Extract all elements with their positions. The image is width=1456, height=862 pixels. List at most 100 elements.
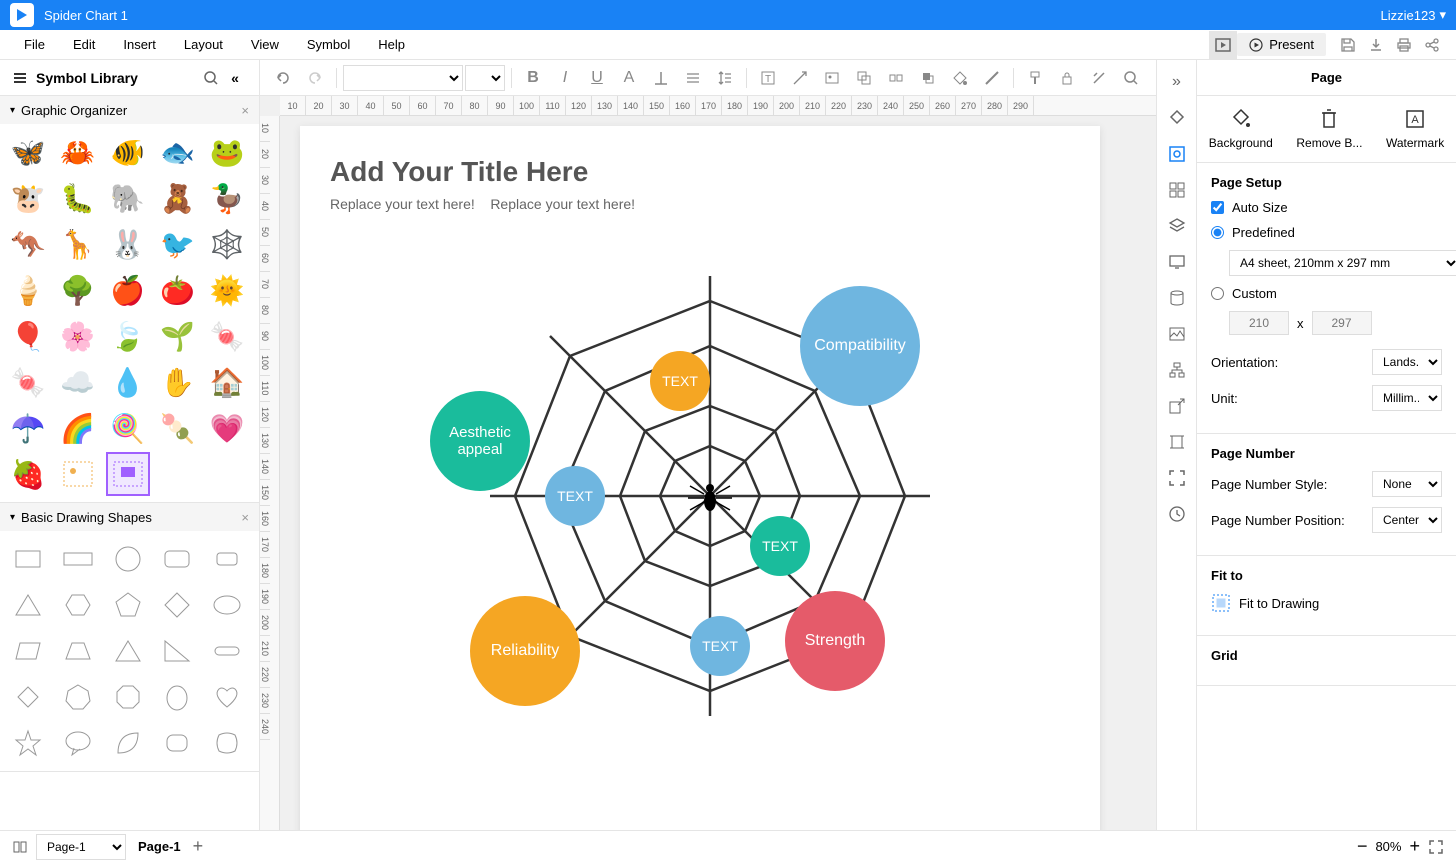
- clipart-hand[interactable]: ✋: [155, 360, 199, 404]
- search-canvas-button[interactable]: [1116, 63, 1146, 93]
- font-family-select[interactable]: [343, 65, 463, 91]
- clipart-frog[interactable]: 🐸: [205, 130, 249, 174]
- clipart-crab[interactable]: 🦀: [56, 130, 100, 174]
- clipart-placeholder-selected[interactable]: [106, 452, 150, 496]
- chart-subtitle[interactable]: Replace your text here! Replace your tex…: [330, 196, 635, 212]
- collapse-sidebar-icon[interactable]: «: [223, 66, 247, 90]
- bubble-strength[interactable]: Strength: [785, 591, 885, 691]
- image-button[interactable]: [817, 63, 847, 93]
- unit-select[interactable]: Millim...: [1372, 385, 1442, 411]
- background-tool[interactable]: Background: [1209, 108, 1273, 150]
- menu-edit[interactable]: Edit: [59, 37, 109, 52]
- share-button[interactable]: [1418, 31, 1446, 59]
- clipart-leaf[interactable]: 🍃: [106, 314, 150, 358]
- clipart-candy2[interactable]: 🍬: [6, 360, 50, 404]
- clipart-apple[interactable]: 🍎: [106, 268, 150, 312]
- clipart-cloud[interactable]: ☁️: [56, 360, 100, 404]
- shape-speech[interactable]: [56, 721, 100, 765]
- clipart-kangaroo[interactable]: 🦘: [6, 222, 50, 266]
- shape-round-square[interactable]: [155, 721, 199, 765]
- library-header-graphic-organizer[interactable]: ▾ Graphic Organizer ×: [0, 96, 259, 124]
- user-menu[interactable]: Lizzie123 ▾: [1381, 7, 1446, 23]
- clipart-heart[interactable]: 💗: [205, 406, 249, 450]
- fill-button[interactable]: [945, 63, 975, 93]
- save-button[interactable]: [1334, 31, 1362, 59]
- clipart-duck[interactable]: 🦆: [205, 176, 249, 220]
- menu-layout[interactable]: Layout: [170, 37, 237, 52]
- connector-button[interactable]: [785, 63, 815, 93]
- grid-icon[interactable]: [1163, 176, 1191, 204]
- fit-screen-button[interactable]: [1428, 839, 1444, 855]
- align-icon[interactable]: [1163, 428, 1191, 456]
- page-tab[interactable]: Page-1: [126, 835, 193, 858]
- custom-radio[interactable]: [1211, 287, 1224, 300]
- zoom-in-button[interactable]: +: [1409, 836, 1420, 857]
- bubble-text1[interactable]: TEXT: [650, 351, 710, 411]
- bold-button[interactable]: B: [518, 63, 548, 93]
- shape-pentagon[interactable]: [106, 583, 150, 627]
- line-spacing-button[interactable]: [710, 63, 740, 93]
- bubble-text2[interactable]: TEXT: [545, 466, 605, 526]
- clipart-fish[interactable]: 🐟: [155, 130, 199, 174]
- shape-diamond[interactable]: [155, 583, 199, 627]
- clipart-web[interactable]: 🕸️: [205, 222, 249, 266]
- download-button[interactable]: [1362, 31, 1390, 59]
- display-icon[interactable]: [1163, 248, 1191, 276]
- search-icon[interactable]: [199, 66, 223, 90]
- menu-symbol[interactable]: Symbol: [293, 37, 364, 52]
- page-list-icon[interactable]: [12, 839, 28, 855]
- bubble-aesthetic[interactable]: Aesthetic appeal: [430, 391, 530, 491]
- italic-button[interactable]: I: [550, 63, 580, 93]
- page-number-position-select[interactable]: Center: [1372, 507, 1442, 533]
- clipart-bird[interactable]: 🐦: [155, 222, 199, 266]
- align-horizontal-button[interactable]: [678, 63, 708, 93]
- export-icon[interactable]: [1163, 392, 1191, 420]
- expand-icon[interactable]: »: [1163, 68, 1191, 96]
- history-icon[interactable]: [1163, 500, 1191, 528]
- shape-parallelogram[interactable]: [6, 629, 50, 673]
- watermark-tool[interactable]: A Watermark: [1386, 108, 1444, 150]
- close-icon[interactable]: ×: [241, 510, 249, 525]
- clipart-bear[interactable]: 🧸: [155, 176, 199, 220]
- clipart-popsicle[interactable]: 🍡: [155, 406, 199, 450]
- font-color-button[interactable]: A: [614, 63, 644, 93]
- lock-button[interactable]: [1052, 63, 1082, 93]
- font-size-select[interactable]: [465, 65, 505, 91]
- fullscreen-icon[interactable]: [1163, 464, 1191, 492]
- theme-icon[interactable]: [1163, 104, 1191, 132]
- clipart-candy[interactable]: 🍬: [205, 314, 249, 358]
- print-button[interactable]: [1390, 31, 1418, 59]
- clipart-sun[interactable]: 🌞: [205, 268, 249, 312]
- layers-icon[interactable]: [1163, 212, 1191, 240]
- canvas-viewport[interactable]: 1020304050607080901001101201301401501601…: [260, 96, 1156, 830]
- tools-button[interactable]: [1084, 63, 1114, 93]
- shape-rounded-rect-small[interactable]: [205, 537, 249, 581]
- canvas-page[interactable]: Add Your Title Here Replace your text he…: [300, 126, 1100, 830]
- database-icon[interactable]: [1163, 284, 1191, 312]
- clipart-strawberry[interactable]: 🍓: [6, 452, 50, 496]
- preview-toggle-button[interactable]: [1209, 31, 1237, 59]
- clipart-elephant[interactable]: 🐘: [106, 176, 150, 220]
- clipart-caterpillar[interactable]: 🐛: [56, 176, 100, 220]
- menu-help[interactable]: Help: [364, 37, 419, 52]
- shape-pill[interactable]: [205, 629, 249, 673]
- close-icon[interactable]: ×: [241, 103, 249, 118]
- shape-hexagon[interactable]: [56, 583, 100, 627]
- clipart-placeholder1[interactable]: [56, 452, 100, 496]
- menu-view[interactable]: View: [237, 37, 293, 52]
- menu-file[interactable]: File: [10, 37, 59, 52]
- shape-circle[interactable]: [106, 537, 150, 581]
- shape-rounded-rect[interactable]: [155, 537, 199, 581]
- clipart-clownfish[interactable]: 🐠: [106, 130, 150, 174]
- page-number-style-select[interactable]: None: [1372, 471, 1442, 497]
- clipart-house[interactable]: 🏠: [205, 360, 249, 404]
- bubble-text3[interactable]: TEXT: [750, 516, 810, 576]
- text-tool-button[interactable]: T: [753, 63, 783, 93]
- shape-triangle[interactable]: [6, 583, 50, 627]
- shape-right-triangle[interactable]: [106, 629, 150, 673]
- fit-to-drawing-button[interactable]: Fit to Drawing: [1211, 593, 1442, 613]
- ungroup-button[interactable]: [881, 63, 911, 93]
- clipart-drop[interactable]: 💧: [106, 360, 150, 404]
- clipart-rainbow[interactable]: 🌈: [56, 406, 100, 450]
- shape-ellipse[interactable]: [205, 583, 249, 627]
